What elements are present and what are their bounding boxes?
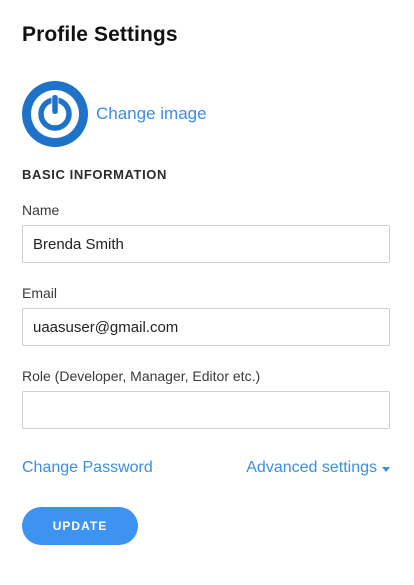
- change-password-link[interactable]: Change Password: [22, 459, 153, 477]
- email-field[interactable]: [22, 308, 390, 346]
- section-heading-basic-information: BASIC INFORMATION: [22, 167, 168, 182]
- update-button[interactable]: UPDATE: [22, 507, 138, 545]
- avatar-row: Change image: [22, 81, 207, 147]
- email-label: Email: [22, 285, 58, 301]
- power-icon: [31, 90, 79, 138]
- change-image-link[interactable]: Change image: [96, 104, 207, 124]
- page-title: Profile Settings: [22, 23, 178, 46]
- role-label: Role (Developer, Manager, Editor etc.): [22, 368, 261, 384]
- advanced-settings-label: Advanced settings: [246, 459, 377, 476]
- avatar[interactable]: [22, 81, 88, 147]
- name-field[interactable]: [22, 225, 390, 263]
- profile-settings-page: Profile Settings Change image BASIC INFO…: [0, 0, 414, 585]
- name-label: Name: [22, 202, 60, 218]
- role-field[interactable]: [22, 391, 390, 429]
- advanced-settings-link[interactable]: Advanced settings: [246, 459, 390, 477]
- caret-down-icon: [382, 466, 390, 472]
